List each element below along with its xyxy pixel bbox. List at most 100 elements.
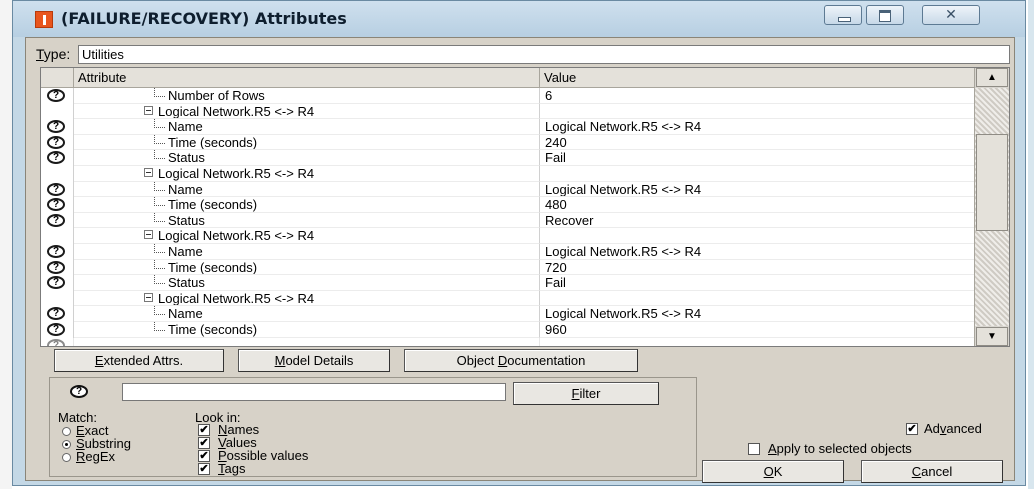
look-in-values-checkbox[interactable]: ✔ <box>198 437 210 449</box>
value-cell[interactable]: Logical Network.R5 <-> R4 <box>540 119 974 135</box>
header-icon-column[interactable] <box>41 68 74 87</box>
value-cell[interactable]: Fail <box>540 275 974 291</box>
value-cell[interactable]: 240 <box>540 135 974 151</box>
attribute-cell[interactable]: Name <box>74 243 540 260</box>
attribute-cell[interactable]: Status <box>74 150 540 166</box>
collapse-icon[interactable] <box>144 230 153 240</box>
look-in-names-checkbox[interactable]: ✔ <box>198 424 210 436</box>
help-icon[interactable]: ? <box>47 338 65 346</box>
attribute-cell[interactable]: Logical Network.R5 <-> R4 <box>74 165 540 182</box>
attribute-cell[interactable]: Time (seconds) <box>74 197 540 213</box>
table-row[interactable]: Logical Network.R5 <-> R4 <box>41 165 974 182</box>
attribute-cell[interactable]: Number of Rows <box>74 88 540 104</box>
look-in-possible-values-checkbox[interactable]: ✔ <box>198 450 210 462</box>
cancel-button[interactable]: Cancel <box>861 460 1003 483</box>
help-icon[interactable]: ? <box>47 260 65 274</box>
table-row[interactable]: ? Name Logical Network.R5 <-> R4 <box>41 306 974 322</box>
maximize-button[interactable] <box>866 5 904 25</box>
value-cell[interactable]: 960 <box>540 322 974 338</box>
match-regex-label[interactable]: RegEx <box>76 450 115 464</box>
table-row[interactable]: ? Time (seconds) 480 <box>41 197 974 213</box>
extended-attrs-button[interactable]: Extended Attrs. <box>54 349 224 372</box>
table-row[interactable]: ? Name Logical Network.R5 <-> R4 <box>41 181 974 198</box>
attribute-cell[interactable]: Name <box>74 181 540 198</box>
attribute-cell[interactable]: Time (seconds) <box>74 259 540 276</box>
table-row[interactable]: Logical Network.R5 <-> R4 <box>41 290 974 307</box>
scroll-down-icon[interactable]: ▼ <box>976 327 1008 346</box>
attribute-cell[interactable]: Status <box>74 212 540 229</box>
help-icon[interactable]: ? <box>47 213 65 227</box>
table-row[interactable]: ? Time (seconds) 960 <box>41 321 974 338</box>
table-row[interactable]: Logical Network.R5 <-> R4 <box>41 228 974 244</box>
attribute-cell[interactable]: Time (seconds) <box>74 134 540 151</box>
object-documentation-button[interactable]: Object Documentation <box>404 349 638 372</box>
attribute-cell[interactable]: Status <box>74 275 540 291</box>
value-cell[interactable] <box>540 291 974 307</box>
value-cell[interactable]: Logical Network.R5 <-> R4 <box>540 182 974 198</box>
table-row[interactable]: ? Name Logical Network.R5 <-> R4 <box>41 243 974 260</box>
advanced-label[interactable]: Advanced <box>924 422 982 436</box>
table-row[interactable]: ? <box>41 337 974 347</box>
value-cell[interactable]: Logical Network.R5 <-> R4 <box>540 306 974 322</box>
scroll-thumb[interactable] <box>976 134 1008 231</box>
value-cell[interactable]: 480 <box>540 197 974 213</box>
help-icon[interactable]: ? <box>47 120 65 134</box>
match-substring-radio[interactable] <box>62 440 71 449</box>
model-details-button[interactable]: Model Details <box>238 349 390 372</box>
value-cell[interactable]: Fail <box>540 150 974 166</box>
collapse-icon[interactable] <box>144 105 153 115</box>
help-icon[interactable]: ? <box>47 276 65 290</box>
header-attribute[interactable]: Attribute <box>74 68 540 87</box>
minimize-button[interactable] <box>824 5 862 25</box>
value-cell[interactable]: Logical Network.R5 <-> R4 <box>540 244 974 260</box>
help-icon[interactable]: ? <box>47 307 65 321</box>
table-row[interactable]: ? Number of Rows 6 <box>41 88 974 104</box>
value-cell[interactable] <box>540 338 974 347</box>
help-icon[interactable]: ? <box>47 322 65 336</box>
value-cell[interactable]: 720 <box>540 260 974 276</box>
help-icon[interactable]: ? <box>47 135 65 149</box>
table-row[interactable]: ? Status Fail <box>41 150 974 166</box>
value-cell[interactable] <box>540 104 974 120</box>
attribute-cell[interactable]: Time (seconds) <box>74 321 540 338</box>
table-row[interactable]: ? Time (seconds) 240 <box>41 134 974 151</box>
help-icon[interactable]: ? <box>47 244 65 258</box>
attribute-cell[interactable] <box>74 337 540 346</box>
attribute-cell[interactable]: Logical Network.R5 <-> R4 <box>74 290 540 307</box>
collapse-icon[interactable] <box>144 167 153 177</box>
table-row[interactable]: ? Status Recover <box>41 212 974 229</box>
look-in-tags-checkbox[interactable]: ✔ <box>198 463 210 475</box>
ok-button[interactable]: OK <box>702 460 844 483</box>
attribute-cell[interactable]: Name <box>74 306 540 322</box>
header-value[interactable]: Value <box>540 68 974 87</box>
look-in-tags-label[interactable]: Tags <box>218 462 245 476</box>
table-row[interactable]: ? Status Fail <box>41 275 974 291</box>
match-exact-radio[interactable] <box>62 427 71 436</box>
value-cell[interactable]: 6 <box>540 88 974 104</box>
value-cell[interactable] <box>540 228 974 244</box>
apply-to-selected-checkbox[interactable] <box>748 443 760 455</box>
vertical-scrollbar[interactable]: ▲ ▼ <box>974 68 1009 346</box>
collapse-icon[interactable] <box>144 292 153 302</box>
help-icon[interactable]: ? <box>47 198 65 212</box>
value-cell[interactable]: Recover <box>540 213 974 229</box>
type-field[interactable]: Utilities <box>78 45 1010 64</box>
attribute-cell[interactable]: Logical Network.R5 <-> R4 <box>74 228 540 244</box>
help-icon[interactable]: ? <box>70 385 88 398</box>
help-icon[interactable]: ? <box>47 151 65 165</box>
help-icon[interactable]: ? <box>47 182 65 196</box>
table-row[interactable]: ? Name Logical Network.R5 <-> R4 <box>41 119 974 135</box>
filter-button[interactable]: Filter <box>513 382 659 405</box>
advanced-checkbox[interactable]: ✔ <box>906 423 918 435</box>
attribute-cell[interactable]: Logical Network.R5 <-> R4 <box>74 103 540 120</box>
apply-to-selected-label[interactable]: Apply to selected objects <box>768 442 912 456</box>
attribute-cell[interactable]: Name <box>74 119 540 135</box>
table-row[interactable]: Logical Network.R5 <-> R4 <box>41 103 974 120</box>
match-regex-radio[interactable] <box>62 453 71 462</box>
close-button[interactable]: ✕ <box>922 5 980 25</box>
scroll-up-icon[interactable]: ▲ <box>976 68 1008 87</box>
help-icon[interactable]: ? <box>47 89 65 102</box>
value-cell[interactable] <box>540 166 974 182</box>
table-row[interactable]: ? Time (seconds) 720 <box>41 259 974 276</box>
filter-search-input[interactable] <box>122 383 506 401</box>
